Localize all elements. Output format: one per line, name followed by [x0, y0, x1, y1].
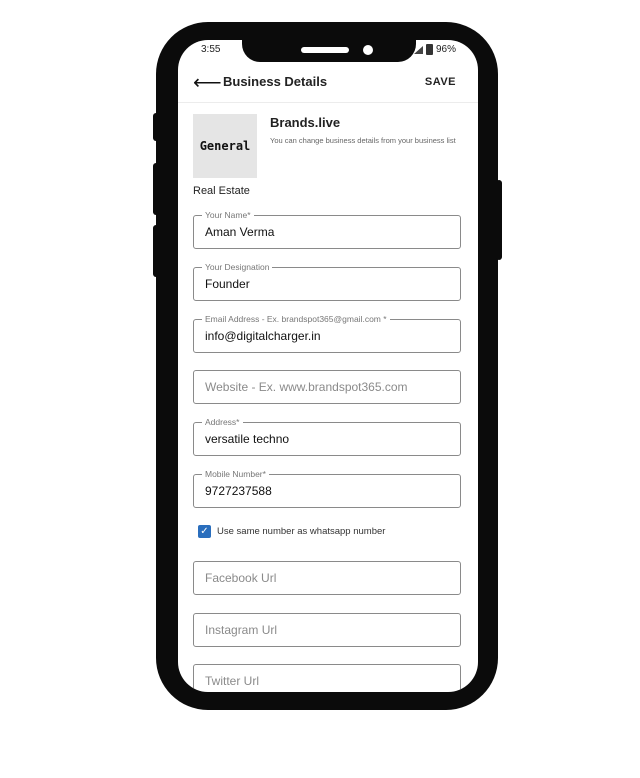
status-time: 3:55: [201, 44, 221, 55]
business-subtitle: You can change business details from you…: [270, 136, 456, 145]
battery-percent: 96%: [435, 44, 456, 55]
address-label: Address*: [202, 417, 243, 427]
app-bar: ⟵ Business Details SAVE: [178, 68, 478, 103]
facebook-field[interactable]: Facebook Url: [193, 561, 461, 595]
power-button: [496, 180, 502, 260]
volume-down-button: [153, 225, 159, 277]
mobile-label: Mobile Number*: [202, 469, 269, 479]
signal-icon: [413, 45, 423, 54]
phone-screen: 3:55 96% ⟵ Business Details SAVE General…: [178, 40, 478, 692]
whatsapp-checkbox-row[interactable]: ✓ Use same number as whatsapp number: [198, 525, 385, 538]
instagram-placeholder: Instagram Url: [205, 623, 278, 637]
volume-up-button: [153, 163, 159, 215]
twitter-placeholder: Twitter Url: [205, 674, 259, 688]
designation-label: Your Designation: [202, 262, 273, 272]
designation-field[interactable]: Your Designation Founder: [193, 262, 461, 301]
logo-text: General: [199, 139, 251, 153]
notch: [242, 40, 416, 62]
instagram-field[interactable]: Instagram Url: [193, 613, 461, 647]
battery-icon: [425, 44, 433, 55]
email-field[interactable]: Email Address - Ex. brandspot365@gmail.c…: [193, 314, 461, 353]
address-field[interactable]: Address* versatile techno: [193, 417, 461, 456]
save-button[interactable]: SAVE: [425, 76, 456, 88]
speaker: [301, 47, 349, 53]
business-name: Brands.live: [270, 115, 341, 130]
business-category: Real Estate: [193, 185, 250, 197]
website-field[interactable]: Website - Ex. www.brandspot365.com: [193, 370, 461, 404]
facebook-placeholder: Facebook Url: [205, 571, 277, 585]
arrow-left-icon[interactable]: ⟵: [193, 71, 222, 95]
side-button-top: [153, 113, 159, 141]
designation-value: Founder: [205, 277, 250, 291]
mobile-value: 9727237588: [205, 484, 272, 498]
website-placeholder: Website - Ex. www.brandspot365.com: [205, 380, 408, 394]
whatsapp-checkbox-label: Use same number as whatsapp number: [217, 526, 386, 537]
business-logo[interactable]: General: [193, 114, 257, 178]
name-value: Aman Verma: [205, 225, 275, 239]
status-icons: 96%: [413, 44, 456, 55]
email-label: Email Address - Ex. brandspot365@gmail.c…: [202, 314, 390, 324]
name-field[interactable]: Your Name* Aman Verma: [193, 210, 461, 249]
camera: [363, 45, 373, 55]
name-label: Your Name*: [202, 210, 254, 220]
checkbox-checked-icon[interactable]: ✓: [198, 525, 211, 538]
page-title: Business Details: [223, 74, 328, 89]
email-value: info@digitalcharger.in: [205, 329, 321, 343]
address-value: versatile techno: [205, 432, 290, 446]
mobile-field[interactable]: Mobile Number* 9727237588: [193, 469, 461, 508]
twitter-field[interactable]: Twitter Url: [193, 664, 461, 692]
